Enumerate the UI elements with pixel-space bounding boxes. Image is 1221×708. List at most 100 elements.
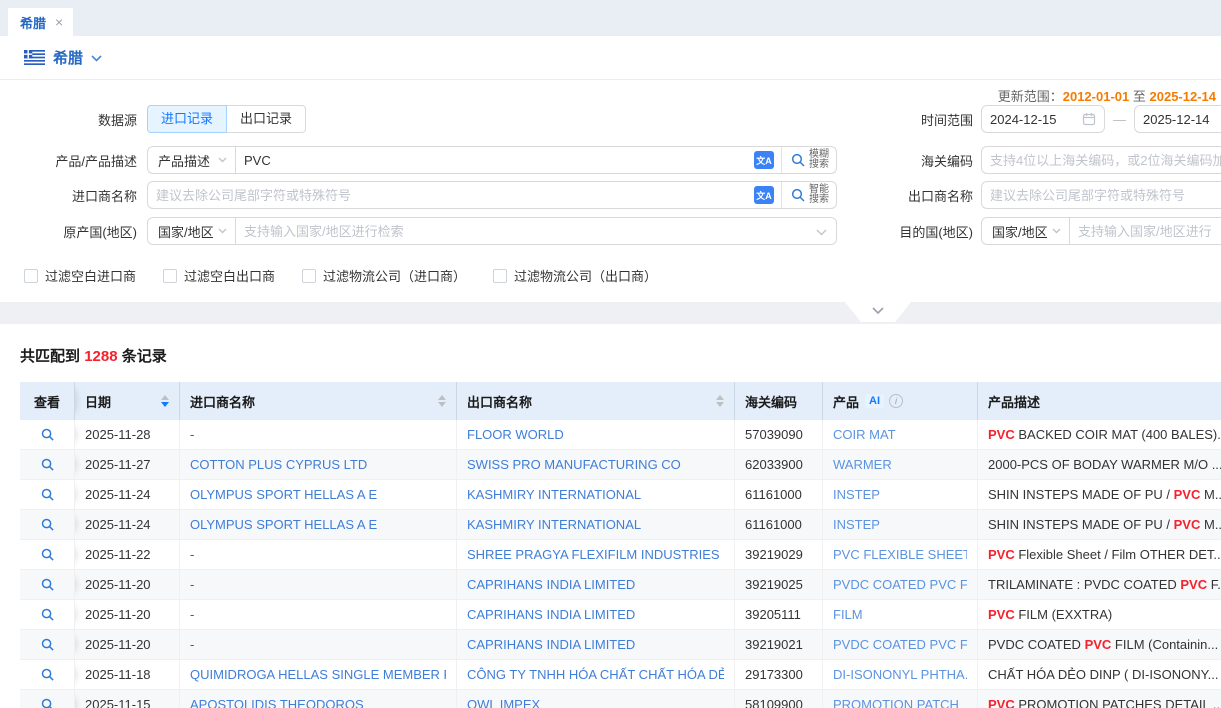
tab-greece[interactable]: 希腊 × [8,8,73,36]
date-end-input[interactable] [1143,112,1221,127]
description-cell: PVC Flexible Sheet / Film OTHER DET... [978,540,1221,569]
product-link[interactable]: PVDC COATED PVC FIL... [833,577,967,592]
product-cell: INSTEP [823,510,978,539]
importer-link[interactable]: OLYMPUS SPORT HELLAS A E [190,517,377,532]
view-record-button[interactable] [40,457,55,472]
product-link[interactable]: WARMER [833,457,892,472]
product-search-input[interactable] [236,147,754,173]
view-record-button[interactable] [40,427,55,442]
filter-checkbox-item: 过滤空白进口商 [24,266,136,285]
fuzzy-search-button[interactable]: 模糊 搜索 [781,147,836,173]
search-icon [40,697,55,708]
exporter-link[interactable]: OWL IMPEX [467,697,540,708]
product-cell: PVDC COATED PVC FIL... [823,570,978,599]
exporter-link[interactable]: CÔNG TY TNHH HÓA CHẤT CHẤT HÓA DẺ... [467,667,724,682]
product-cell: PVDC COATED PVC FIL... [823,630,978,659]
exporter-link[interactable]: CAPRIHANS INDIA LIMITED [467,577,635,592]
date-end-field[interactable] [1134,105,1221,133]
header-description: 产品描述 [978,382,1221,420]
hs-code-input[interactable] [981,146,1221,174]
filter-checkbox-row: 过滤空白进口商过滤空白出口商过滤物流公司（进口商）过滤物流公司（出口商） [0,266,1221,285]
search-icon [40,457,55,472]
origin-country-select[interactable]: 国家/地区 [148,218,236,244]
date-start-field[interactable] [981,105,1105,133]
importer-cell: APOSTOLIDIS THEODOROS [180,690,457,708]
date-cell: 2025-11-20 [75,570,180,599]
table-row: 2025-11-20-CAPRIHANS INDIA LIMITED392190… [20,570,1221,600]
description-cell: PVC FILM (EXXTRA) [978,600,1221,629]
import-records-option[interactable]: 进口记录 [147,105,227,133]
importer-link[interactable]: COTTON PLUS CYPRUS LTD [190,457,367,472]
search-icon [40,637,55,652]
chevron-down-icon[interactable] [91,50,102,65]
search-icon [40,607,55,622]
importer-link[interactable]: QUIMIDROGA HELLAS SINGLE MEMBER PC [190,667,446,682]
description-cell: 2000-PCS OF BODAY WARMER M/O ... [978,450,1221,479]
sort-control-exporter[interactable] [708,395,724,407]
smart-search-button[interactable]: 智能 搜索 [781,182,836,208]
importer-cell: QUIMIDROGA HELLAS SINGLE MEMBER PC [180,660,457,689]
product-link[interactable]: DI-ISONONYL PHTHA... [833,667,967,682]
view-record-button[interactable] [40,577,55,592]
sort-control-importer[interactable] [430,395,446,407]
view-record-button[interactable] [40,697,55,708]
exporter-link[interactable]: FLOOR WORLD [467,427,564,442]
exporter-link[interactable]: CAPRIHANS INDIA LIMITED [467,637,635,652]
chevron-down-icon [872,307,884,315]
export-records-option[interactable]: 出口记录 [227,105,306,133]
header-importer[interactable]: 进口商名称 [180,382,457,420]
product-link[interactable]: PROMOTION PATCH [833,697,959,708]
translate-icon[interactable]: 文A [754,151,774,169]
importer-link[interactable]: APOSTOLIDIS THEODOROS [190,697,364,708]
collapse-form-button[interactable] [845,302,911,322]
info-icon[interactable]: i [889,394,903,408]
header-date[interactable]: 日期 [75,382,180,420]
product-cell: WARMER [823,450,978,479]
date-cell: 2025-11-20 [75,630,180,659]
checkbox[interactable] [493,269,507,283]
date-cell: 2025-11-28 [75,420,180,449]
sort-control-date[interactable] [153,395,169,407]
view-cell [20,570,75,599]
exporter-link[interactable]: KASHMIRY INTERNATIONAL [467,487,641,502]
checkbox[interactable] [163,269,177,283]
chevron-down-icon[interactable] [816,224,827,239]
view-record-button[interactable] [40,487,55,502]
hs-code-cell: 39205111 [735,600,823,629]
origin-country-input[interactable] [236,218,816,244]
product-cell: DI-ISONONYL PHTHA... [823,660,978,689]
view-record-button[interactable] [40,547,55,562]
product-link[interactable]: INSTEP [833,517,880,532]
destination-country-select[interactable]: 国家/地区 [982,218,1070,244]
product-link[interactable]: INSTEP [833,487,880,502]
translate-icon[interactable]: 文A [754,186,774,204]
update-range: 更新范围：2012-01-01 至 2025-12-14 [0,86,1221,102]
product-label: 产品/产品描述 [0,151,137,170]
importer-link[interactable]: OLYMPUS SPORT HELLAS A E [190,487,377,502]
product-link[interactable]: PVC FLEXIBLE SHEET F... [833,547,967,562]
data-source-toggle: 进口记录 出口记录 [147,105,306,133]
exporter-link[interactable]: KASHMIRY INTERNATIONAL [467,517,641,532]
exporter-name-input[interactable] [981,181,1221,209]
date-start-input[interactable] [990,112,1082,127]
importer-name-input[interactable] [148,182,754,208]
exporter-cell: KASHMIRY INTERNATIONAL [457,510,735,539]
view-record-button[interactable] [40,637,55,652]
product-link[interactable]: COIR MAT [833,427,896,442]
exporter-link[interactable]: CAPRIHANS INDIA LIMITED [467,607,635,622]
exporter-link[interactable]: SWISS PRO MANUFACTURING CO [467,457,681,472]
header-exporter[interactable]: 出口商名称 [457,382,735,420]
product-link[interactable]: FILM [833,607,863,622]
view-record-button[interactable] [40,607,55,622]
table-row: 2025-11-24OLYMPUS SPORT HELLAS A EKASHMI… [20,510,1221,540]
exporter-link[interactable]: SHREE PRAGYA FLEXIFILM INDUSTRIES [467,547,720,562]
checkbox[interactable] [302,269,316,283]
destination-country-input[interactable] [1070,218,1221,244]
close-icon[interactable]: × [55,15,63,29]
view-record-button[interactable] [40,517,55,532]
checkbox[interactable] [24,269,38,283]
product-link[interactable]: PVDC COATED PVC FIL... [833,637,967,652]
view-record-button[interactable] [40,667,55,682]
product-type-select[interactable]: 产品描述 [148,147,236,173]
date-cell: 2025-11-18 [75,660,180,689]
